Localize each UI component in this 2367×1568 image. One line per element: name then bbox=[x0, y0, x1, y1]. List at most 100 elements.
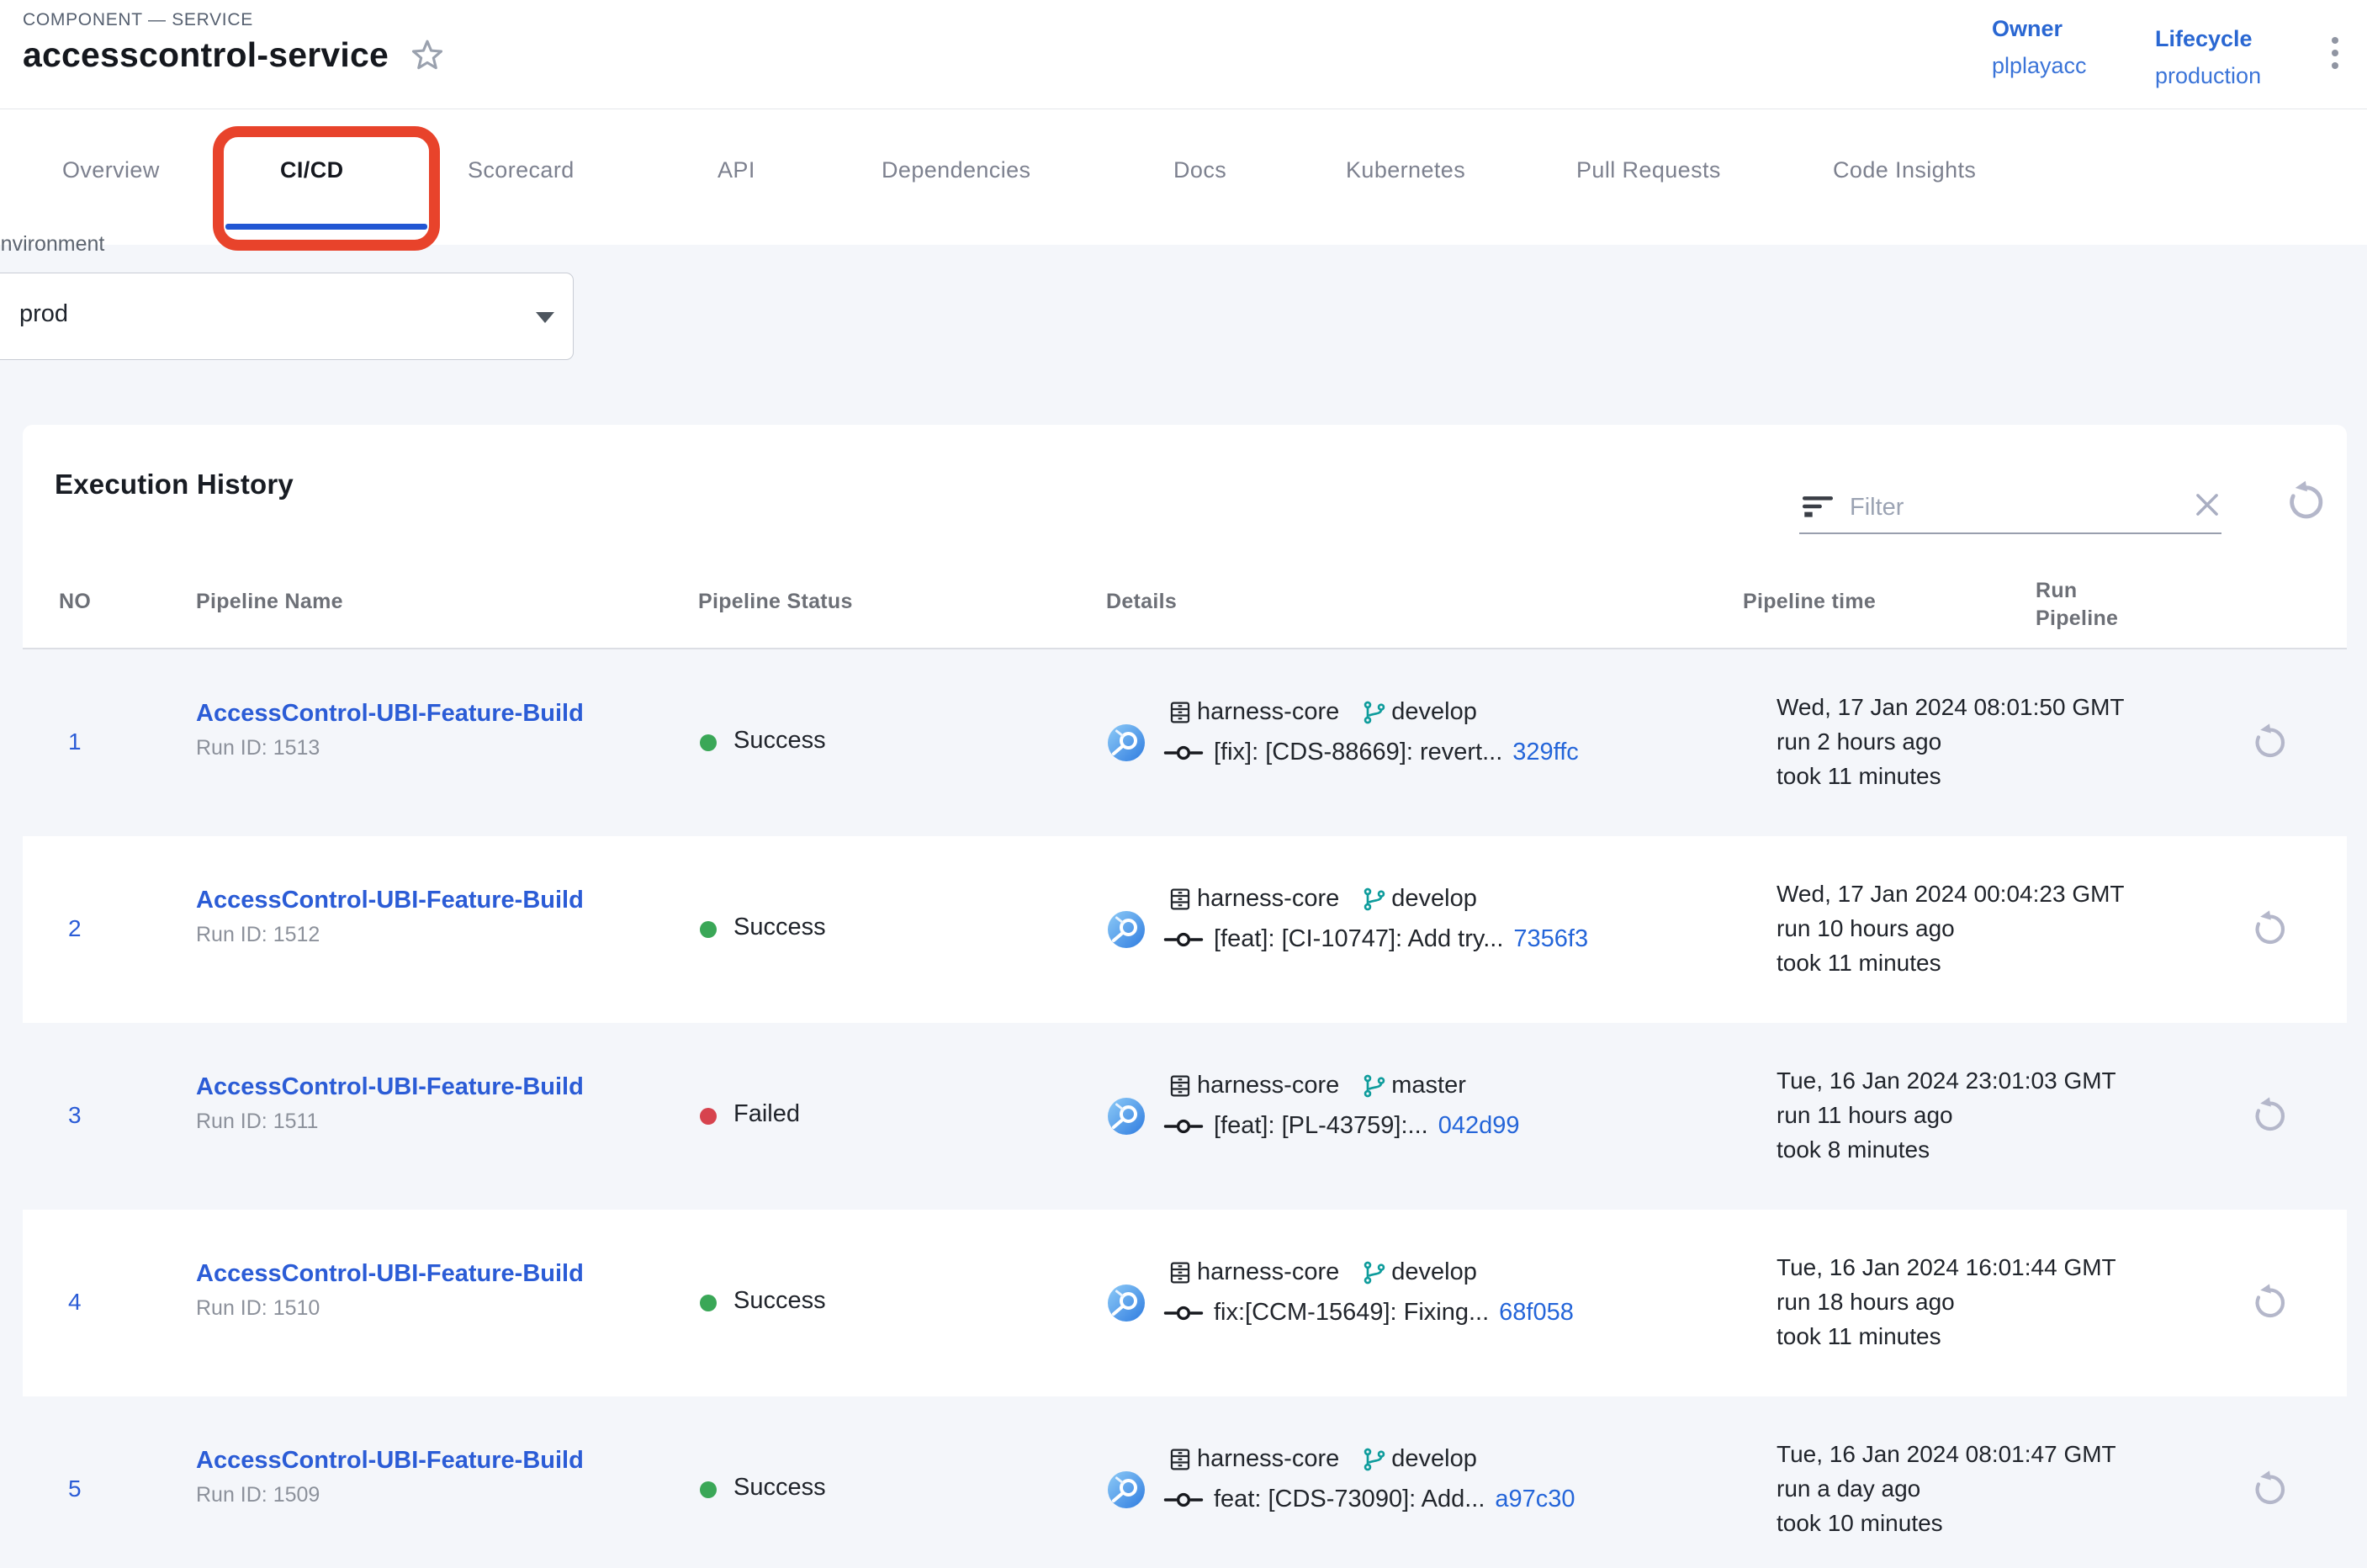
table-row: 1 AccessControl-UBI-Feature-Build Run ID… bbox=[23, 649, 2347, 836]
harness-ci-icon[interactable] bbox=[1106, 1470, 1146, 1510]
tab-pull-requests[interactable]: Pull Requests bbox=[1576, 157, 1721, 183]
commit-message: [feat]: [CI-10747]: Add try... bbox=[1214, 925, 1503, 953]
pipeline-name-link[interactable]: AccessControl-UBI-Feature-Build bbox=[196, 1073, 584, 1101]
table-row: 2 AccessControl-UBI-Feature-Build Run ID… bbox=[23, 836, 2347, 1023]
lifecycle-label: Lifecycle bbox=[2155, 20, 2261, 57]
more-options-kebab-icon[interactable] bbox=[2328, 34, 2342, 72]
run-pipeline-icon[interactable] bbox=[2250, 722, 2290, 762]
repo-name: harness-core bbox=[1197, 885, 1339, 913]
run-ago: run 2 hours ago bbox=[1777, 724, 2125, 759]
table-row: 5 AccessControl-UBI-Feature-Build Run ID… bbox=[23, 1396, 2347, 1568]
git-commit-icon bbox=[1163, 1304, 1204, 1322]
repository-icon bbox=[1167, 1446, 1194, 1473]
pipeline-time: Tue, 16 Jan 2024 08:01:47 GMT run a day … bbox=[1777, 1437, 2116, 1540]
harness-ci-icon[interactable] bbox=[1106, 1283, 1146, 1323]
tab-dependencies[interactable]: Dependencies bbox=[882, 157, 1030, 183]
pipeline-name-link[interactable]: AccessControl-UBI-Feature-Build bbox=[196, 1260, 584, 1288]
row-number: 3 bbox=[68, 1102, 82, 1129]
repo-name: harness-core bbox=[1197, 1072, 1339, 1099]
commit-hash-link[interactable]: 68f058 bbox=[1499, 1299, 1574, 1327]
filter-input-underline bbox=[1799, 532, 2221, 534]
git-branch-icon bbox=[1361, 699, 1388, 726]
repository-icon bbox=[1167, 1073, 1194, 1099]
filter-input[interactable] bbox=[1848, 487, 2171, 527]
caret-down-icon bbox=[536, 312, 554, 323]
run-ago: run 18 hours ago bbox=[1777, 1285, 2116, 1319]
commit-message: fix:[CCM-15649]: Fixing... bbox=[1214, 1299, 1489, 1327]
status-dot bbox=[700, 734, 717, 751]
commit-message: [fix]: [CDS-88669]: revert... bbox=[1214, 739, 1502, 766]
tab-docs[interactable]: Docs bbox=[1173, 157, 1226, 183]
branch-name: develop bbox=[1391, 1258, 1477, 1286]
commit-hash-link[interactable]: a97c30 bbox=[1495, 1486, 1575, 1513]
refresh-icon[interactable] bbox=[2284, 479, 2329, 524]
harness-ci-icon[interactable] bbox=[1106, 909, 1146, 950]
status-dot bbox=[700, 1481, 717, 1498]
repo-name: harness-core bbox=[1197, 1258, 1339, 1286]
tab-api[interactable]: API bbox=[718, 157, 755, 183]
repo-name: harness-core bbox=[1197, 698, 1339, 726]
status-label: Failed bbox=[733, 1100, 800, 1128]
git-branch-icon bbox=[1361, 1259, 1388, 1286]
repository-icon bbox=[1167, 1259, 1194, 1286]
duration: took 11 minutes bbox=[1777, 946, 2125, 980]
page-header: COMPONENT — SERVICE accesscontrol-servic… bbox=[0, 0, 2367, 109]
pipeline-name-link[interactable]: AccessControl-UBI-Feature-Build bbox=[196, 1447, 584, 1475]
git-commit-icon bbox=[1163, 1491, 1204, 1509]
pipeline-time: Wed, 17 Jan 2024 00:04:23 GMT run 10 hou… bbox=[1777, 877, 2125, 980]
favorite-star-icon[interactable] bbox=[409, 37, 446, 74]
run-pipeline-icon[interactable] bbox=[2250, 908, 2290, 949]
tab-kubernetes[interactable]: Kubernetes bbox=[1346, 157, 1465, 183]
commit-message: [feat]: [PL-43759]:... bbox=[1214, 1112, 1428, 1140]
run-id: Run ID: 1509 bbox=[196, 1483, 584, 1507]
col-header-time: Pipeline time bbox=[1743, 590, 1876, 614]
run-id: Run ID: 1510 bbox=[196, 1296, 584, 1321]
col-header-name: Pipeline Name bbox=[196, 590, 343, 614]
owner-link[interactable]: plplayacc bbox=[1992, 47, 2087, 84]
status-label: Success bbox=[733, 727, 826, 755]
environment-select[interactable]: prod bbox=[0, 273, 574, 360]
active-tab-underline bbox=[225, 224, 427, 230]
commit-hash-link[interactable]: 042d99 bbox=[1438, 1112, 1520, 1140]
status-dot bbox=[700, 921, 717, 938]
tab-scorecard[interactable]: Scorecard bbox=[468, 157, 575, 183]
environment-label: Environment bbox=[0, 232, 104, 257]
duration: took 10 minutes bbox=[1777, 1506, 2116, 1540]
col-header-run: Run Pipeline bbox=[2036, 577, 2137, 633]
row-number: 5 bbox=[68, 1475, 82, 1502]
branch-name: master bbox=[1391, 1072, 1466, 1099]
component-service-page: COMPONENT — SERVICE accesscontrol-servic… bbox=[0, 0, 2367, 1568]
git-branch-icon bbox=[1361, 886, 1388, 913]
run-pipeline-icon[interactable] bbox=[2250, 1469, 2290, 1509]
tab-cicd[interactable]: CI/CD bbox=[280, 157, 344, 183]
clear-filter-icon[interactable] bbox=[2191, 489, 2223, 521]
col-header-status: Pipeline Status bbox=[698, 590, 853, 614]
pipeline-time: Wed, 17 Jan 2024 08:01:50 GMT run 2 hour… bbox=[1777, 690, 2125, 793]
row-number: 2 bbox=[68, 915, 82, 942]
duration: took 11 minutes bbox=[1777, 759, 2125, 793]
status-dot bbox=[700, 1295, 717, 1311]
lifecycle-link[interactable]: production bbox=[2155, 57, 2261, 94]
harness-ci-icon[interactable] bbox=[1106, 1096, 1146, 1136]
col-header-no: NO bbox=[59, 590, 91, 614]
run-id: Run ID: 1512 bbox=[196, 923, 584, 947]
commit-hash-link[interactable]: 329ffc bbox=[1512, 739, 1578, 766]
execution-rows: 1 AccessControl-UBI-Feature-Build Run ID… bbox=[23, 649, 2347, 1568]
run-ago: run 10 hours ago bbox=[1777, 911, 2125, 946]
run-pipeline-icon[interactable] bbox=[2250, 1095, 2290, 1136]
run-id: Run ID: 1513 bbox=[196, 736, 584, 760]
tab-code-insights[interactable]: Code Insights bbox=[1833, 157, 1976, 183]
status-dot bbox=[700, 1108, 717, 1125]
repository-icon bbox=[1167, 886, 1194, 913]
pipeline-name-link[interactable]: AccessControl-UBI-Feature-Build bbox=[196, 700, 584, 728]
run-ago: run a day ago bbox=[1777, 1471, 2116, 1506]
run-pipeline-icon[interactable] bbox=[2250, 1282, 2290, 1322]
status-label: Success bbox=[733, 1474, 826, 1502]
table-row: 3 AccessControl-UBI-Feature-Build Run ID… bbox=[23, 1023, 2347, 1210]
git-branch-icon bbox=[1361, 1073, 1388, 1099]
commit-hash-link[interactable]: 7356f3 bbox=[1513, 925, 1588, 953]
pipeline-name-link[interactable]: AccessControl-UBI-Feature-Build bbox=[196, 887, 584, 914]
pipeline-time: Tue, 16 Jan 2024 16:01:44 GMT run 18 hou… bbox=[1777, 1250, 2116, 1353]
tab-overview[interactable]: Overview bbox=[62, 157, 160, 183]
harness-ci-icon[interactable] bbox=[1106, 723, 1146, 763]
